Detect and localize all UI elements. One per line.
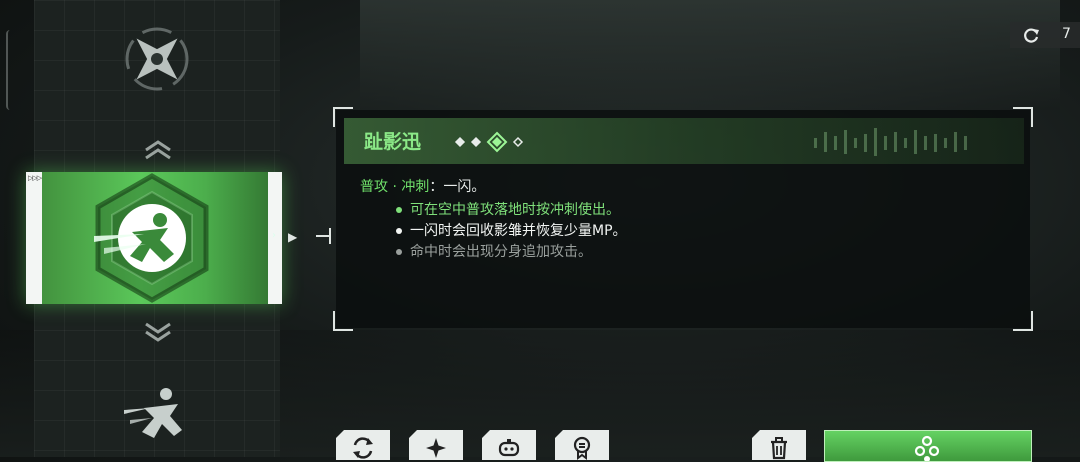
controller-button[interactable] bbox=[482, 430, 536, 460]
description-bullet: 一闪时会回收影雏并恢复少量MP。 bbox=[396, 220, 627, 240]
bullet-text: 命中时会出现分身追加攻击。 bbox=[410, 244, 592, 260]
skill-type-label: 普攻 · 冲刺 bbox=[360, 179, 430, 195]
double-chevron-up-icon[interactable] bbox=[140, 136, 176, 162]
hex-cluster-icon bbox=[914, 435, 940, 461]
skill-name: 趾影迅 bbox=[364, 131, 422, 153]
card-left-strip: ▷▷▷ bbox=[26, 172, 42, 304]
refresh-count: 7 bbox=[1062, 26, 1071, 42]
dash-skill-icon bbox=[94, 173, 209, 303]
dash-skill-icon-alt[interactable] bbox=[122, 380, 196, 450]
skill-description-title: 普攻 · 冲刺：一闪。 bbox=[360, 176, 485, 196]
description-bullet: 命中时会出现分身追加攻击。 bbox=[396, 241, 592, 261]
bullet-dot-icon bbox=[396, 207, 402, 213]
background-haze bbox=[360, 0, 1060, 110]
shuriken-skill-icon[interactable] bbox=[120, 22, 194, 96]
bullet-text: 可在空中普攻落地时按冲刺使出。 bbox=[410, 202, 620, 218]
discard-button[interactable] bbox=[752, 430, 806, 460]
swap-icon bbox=[353, 437, 373, 459]
skill-header-bar: 趾影迅 bbox=[344, 118, 1024, 164]
skill-detail-panel: 趾影迅 普攻 · 冲刺：一闪。 可在空中普攻落地时按冲刺使出。 一闪时会回收影雏… bbox=[333, 107, 1033, 331]
double-chevron-down-icon[interactable] bbox=[140, 320, 176, 346]
refresh-counter[interactable]: 7 bbox=[1010, 22, 1080, 48]
medal-icon bbox=[573, 436, 591, 460]
bullet-dot-icon bbox=[396, 249, 402, 255]
rank-diamond bbox=[470, 136, 482, 148]
rank-diamond-current bbox=[486, 131, 508, 153]
rank-indicator bbox=[454, 131, 524, 153]
skill-type-summary: ：一闪。 bbox=[429, 179, 486, 195]
sparkle-icon bbox=[426, 438, 446, 458]
gamepad-icon bbox=[498, 439, 520, 457]
trash-icon bbox=[771, 437, 787, 460]
bullet-dot-icon bbox=[396, 228, 402, 234]
card-chevron-right-icon: › bbox=[272, 230, 276, 241]
header-pattern-decoration bbox=[814, 128, 967, 156]
description-bullet: 可在空中普攻落地时按冲刺使出。 bbox=[396, 199, 620, 219]
sparkle-button[interactable] bbox=[409, 430, 463, 460]
medal-button[interactable] bbox=[555, 430, 609, 460]
rank-diamond bbox=[454, 136, 466, 148]
pointer-tick-icon bbox=[316, 228, 331, 244]
selected-skill-card[interactable]: ▷▷▷ › bbox=[26, 172, 282, 304]
bullet-text: 一闪时会回收影雏并恢复少量MP。 bbox=[410, 223, 627, 239]
frame-corner bbox=[1013, 311, 1033, 331]
equip-button[interactable] bbox=[824, 430, 1032, 462]
left-edge-ornament bbox=[6, 30, 10, 110]
pointer-triangle-icon: ▶ bbox=[288, 230, 298, 244]
frame-corner bbox=[333, 311, 353, 331]
swap-button[interactable] bbox=[336, 430, 390, 460]
card-stripes-icon: ▷▷▷ bbox=[28, 174, 42, 182]
rank-diamond bbox=[512, 136, 524, 148]
refresh-icon bbox=[1024, 28, 1039, 43]
